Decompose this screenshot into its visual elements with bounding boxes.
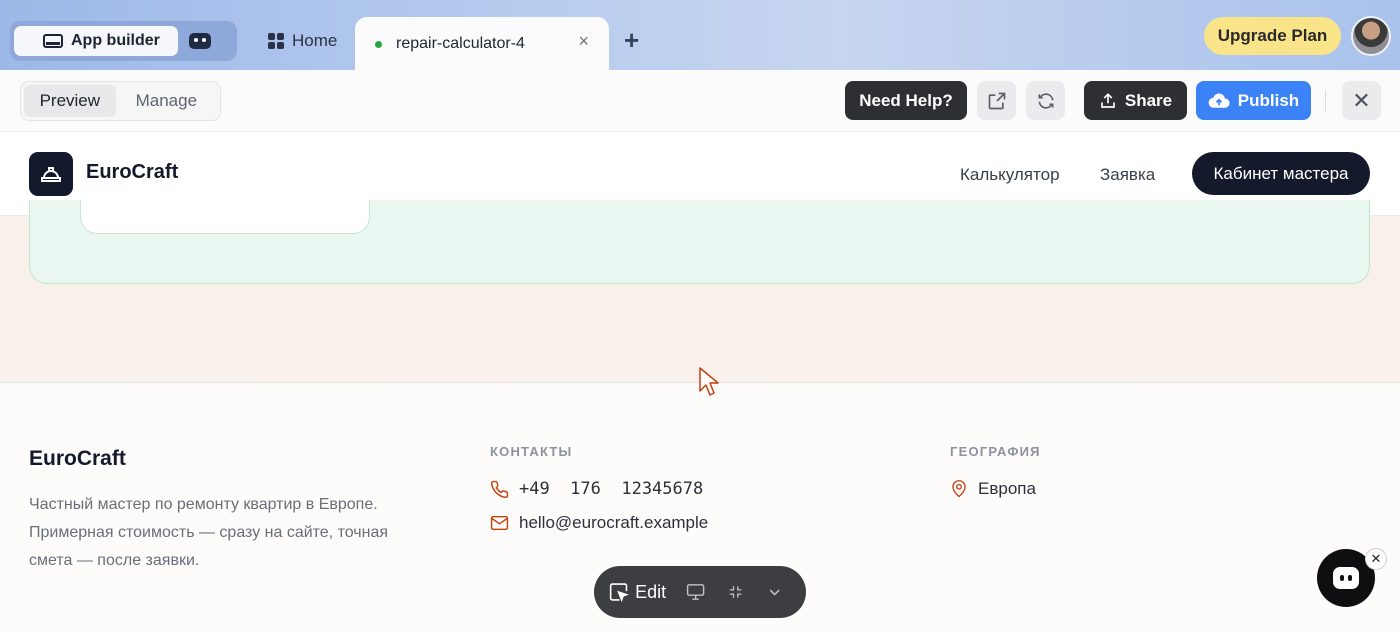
email-row[interactable]: hello@eurocraft.example xyxy=(490,513,708,533)
manage-tab[interactable]: Manage xyxy=(116,85,217,117)
mouse-cursor-icon xyxy=(699,367,719,396)
result-card-button[interactable] xyxy=(80,200,370,234)
upload-icon xyxy=(1101,92,1115,108)
share-button[interactable]: Share xyxy=(1084,81,1187,120)
app-builder-label: App builder xyxy=(71,32,160,49)
monitor-icon xyxy=(43,34,63,48)
map-pin-icon xyxy=(952,480,966,498)
phone-icon xyxy=(490,480,509,498)
contacts-heading: КОНТАКТЫ xyxy=(490,444,573,459)
tab-repair-calculator[interactable]: repair-calculator-4 × xyxy=(355,17,609,71)
chat-close-icon[interactable]: ✕ xyxy=(1365,548,1387,570)
bot-mode-button[interactable] xyxy=(178,26,222,56)
geo-label: Европа xyxy=(978,479,1036,498)
preview-tab[interactable]: Preview xyxy=(24,85,116,117)
bot-icon xyxy=(189,33,211,49)
cloud-upload-icon xyxy=(1208,92,1230,108)
avatar[interactable] xyxy=(1351,16,1391,56)
geography-heading: ГЕОГРАФИЯ xyxy=(950,444,1041,459)
site-logo[interactable] xyxy=(29,152,73,196)
geo-row: Европа xyxy=(950,479,1036,499)
add-tab-button[interactable]: + xyxy=(624,25,639,56)
tab-active-label: repair-calculator-4 xyxy=(396,35,525,52)
status-dot xyxy=(375,40,382,48)
builder-toolbar: Preview Manage Need Help? Share Publish … xyxy=(0,70,1400,132)
refresh-button[interactable] xyxy=(1026,81,1065,120)
mode-toggle: App builder xyxy=(10,21,237,61)
footer-description: Частный мастер по ремонту квартир в Евро… xyxy=(29,496,389,569)
external-link-icon xyxy=(988,92,1005,109)
tab-home-label: Home xyxy=(292,31,338,50)
app-builder-mode-button[interactable]: App builder xyxy=(14,26,178,56)
chevron-down-icon[interactable] xyxy=(767,584,782,600)
publish-label: Publish xyxy=(1237,90,1300,110)
mail-icon xyxy=(490,515,509,531)
toolbar-divider xyxy=(1325,90,1326,112)
refresh-icon xyxy=(1038,92,1053,109)
need-help-button[interactable]: Need Help? xyxy=(845,81,967,120)
phone-row[interactable]: +49 176 12345678 xyxy=(490,479,703,499)
floating-edit-bar: Edit xyxy=(594,566,806,618)
tab-home[interactable]: Home xyxy=(268,28,337,54)
chat-bot-icon xyxy=(1333,567,1359,589)
site-brand[interactable]: EuroCraft xyxy=(86,161,178,184)
nav-request-link[interactable]: Заявка xyxy=(1100,165,1155,185)
nav-calculator-link[interactable]: Калькулятор xyxy=(960,165,1060,185)
open-external-button[interactable] xyxy=(977,81,1016,120)
preview-manage-toggle: Preview Manage xyxy=(20,81,221,121)
hard-hat-icon xyxy=(41,167,61,182)
minimize-icon[interactable] xyxy=(727,583,744,601)
phone-link[interactable]: +49 176 12345678 xyxy=(519,479,703,499)
master-cabinet-button[interactable]: Кабинет мастера xyxy=(1192,152,1370,195)
grid-icon xyxy=(268,33,284,49)
close-icon[interactable]: ✕ xyxy=(1342,81,1381,120)
email-link[interactable]: hello@eurocraft.example xyxy=(519,513,708,533)
desktop-icon[interactable] xyxy=(686,583,705,601)
tab-close-icon[interactable]: × xyxy=(578,31,589,52)
select-cursor-icon xyxy=(609,583,629,603)
upgrade-plan-button[interactable]: Upgrade Plan xyxy=(1204,17,1341,55)
share-label: Share xyxy=(1124,90,1173,110)
footer-brand: EuroCraft xyxy=(29,447,126,470)
publish-button[interactable]: Publish xyxy=(1196,81,1311,120)
edit-button[interactable]: Edit xyxy=(635,582,666,603)
